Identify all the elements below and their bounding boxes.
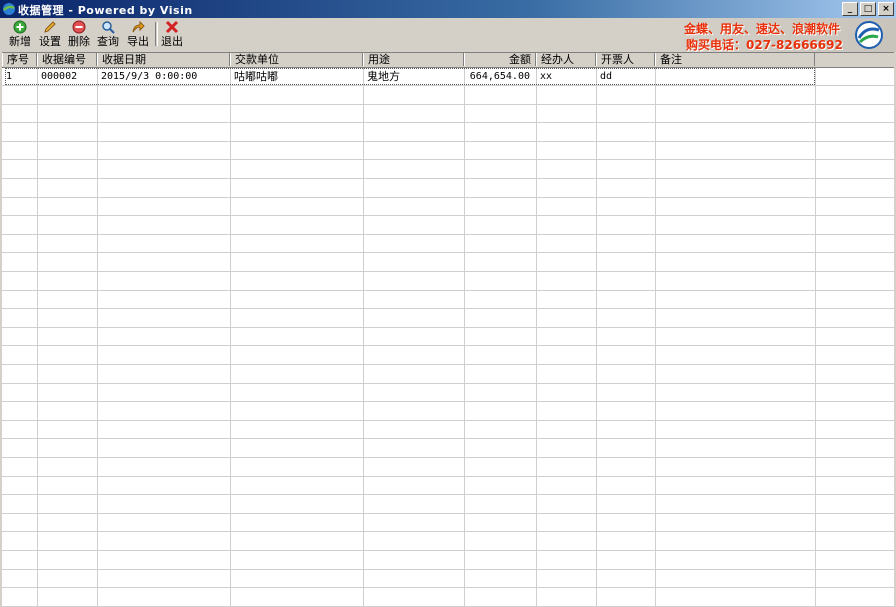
banner-phone: 购买电话：027-82666692 bbox=[686, 38, 843, 52]
grid-row-line bbox=[2, 104, 894, 105]
query-button-label: 查询 bbox=[97, 35, 119, 48]
app-icon bbox=[3, 3, 15, 15]
search-icon bbox=[102, 21, 115, 34]
grid-row-line bbox=[2, 122, 894, 123]
exit-button-label: 退出 bbox=[161, 35, 183, 48]
export-button[interactable]: 导出 bbox=[124, 20, 152, 50]
grid-row-line bbox=[2, 513, 894, 514]
column-header[interactable]: 交款单位 bbox=[230, 53, 363, 66]
grid-row-line bbox=[2, 215, 894, 216]
banner-line-1: 金蝶、用友、速达、浪潮软件 bbox=[684, 22, 841, 36]
grid-row-line bbox=[2, 587, 894, 588]
row-focus-indicator bbox=[5, 68, 815, 85]
add-button[interactable]: 新增 bbox=[6, 20, 34, 50]
column-header[interactable]: 收据编号 bbox=[37, 53, 97, 66]
column-header[interactable]: 经办人 bbox=[536, 53, 596, 66]
add-icon bbox=[13, 20, 27, 34]
settings-button[interactable]: 设置 bbox=[36, 20, 64, 50]
grid-row-line bbox=[2, 438, 894, 439]
grid-column-line bbox=[230, 68, 231, 607]
grid-row-line bbox=[2, 531, 894, 532]
add-button-label: 新增 bbox=[9, 35, 31, 48]
grid-row-line bbox=[2, 271, 894, 272]
delete-button-label: 删除 bbox=[68, 35, 90, 48]
grid-row-line bbox=[2, 401, 894, 402]
query-button[interactable]: 查询 bbox=[94, 20, 122, 50]
grid-row-line bbox=[2, 141, 894, 142]
settings-button-label: 设置 bbox=[39, 35, 61, 48]
title-bar: 收据管理 - Powered by Visin _ □ × bbox=[0, 0, 896, 18]
grid-column-line bbox=[815, 68, 816, 607]
grid-row-line bbox=[2, 383, 894, 384]
grid-column-line bbox=[596, 68, 597, 607]
exit-icon bbox=[165, 20, 179, 34]
window-title: 收据管理 - Powered by Visin bbox=[18, 4, 193, 17]
grid-row-line bbox=[2, 364, 894, 365]
exit-button[interactable]: 退出 bbox=[158, 20, 186, 50]
grid-column-line bbox=[464, 68, 465, 607]
edit-icon bbox=[44, 21, 56, 33]
grid-column-line bbox=[536, 68, 537, 607]
grid-row-line bbox=[2, 234, 894, 235]
grid-row-line bbox=[2, 308, 894, 309]
column-header[interactable]: 序号 bbox=[2, 53, 37, 66]
grid-row-line bbox=[2, 476, 894, 477]
delete-icon bbox=[72, 20, 86, 34]
grid-row-line bbox=[2, 550, 894, 551]
export-icon bbox=[132, 20, 145, 33]
column-header[interactable]: 开票人 bbox=[596, 53, 655, 66]
grid-column-line bbox=[97, 68, 98, 607]
grid-column-line bbox=[655, 68, 656, 607]
grid-column-line bbox=[37, 68, 38, 607]
ad-banner: 金蝶、用友、速达、浪潮软件 购买电话：027-82666692 bbox=[672, 18, 896, 52]
grid-row-line bbox=[2, 159, 894, 160]
delete-button[interactable]: 删除 bbox=[65, 20, 93, 50]
grid-row-line bbox=[2, 327, 894, 328]
grid-row-line bbox=[2, 252, 894, 253]
column-header[interactable]: 用途 bbox=[363, 53, 464, 66]
grid-row-line bbox=[2, 457, 894, 458]
grid-row-line bbox=[2, 178, 894, 179]
close-button[interactable]: × bbox=[878, 2, 894, 16]
grid-row-line bbox=[2, 197, 894, 198]
grid-row-line bbox=[2, 290, 894, 291]
grid-row-line bbox=[2, 494, 894, 495]
column-header[interactable]: 收据日期 bbox=[97, 53, 230, 66]
grid-row-line bbox=[2, 345, 894, 346]
grid-row-line bbox=[2, 420, 894, 421]
export-button-label: 导出 bbox=[127, 35, 149, 48]
receipt-table[interactable]: 序号 收据编号 收据日期 交款单位 用途 金额 经办人 开票人 备注 1 000… bbox=[2, 52, 894, 607]
grid-column-line bbox=[363, 68, 364, 607]
company-logo-icon bbox=[855, 21, 883, 49]
minimize-button[interactable]: _ bbox=[842, 2, 858, 16]
grid-row-line bbox=[2, 85, 894, 86]
maximize-button[interactable]: □ bbox=[860, 2, 876, 16]
column-header[interactable]: 金额 bbox=[464, 53, 536, 66]
table-header: 序号 收据编号 收据日期 交款单位 用途 金额 经办人 开票人 备注 bbox=[2, 53, 894, 68]
column-header[interactable]: 备注 bbox=[655, 53, 815, 66]
grid-row-line bbox=[2, 569, 894, 570]
